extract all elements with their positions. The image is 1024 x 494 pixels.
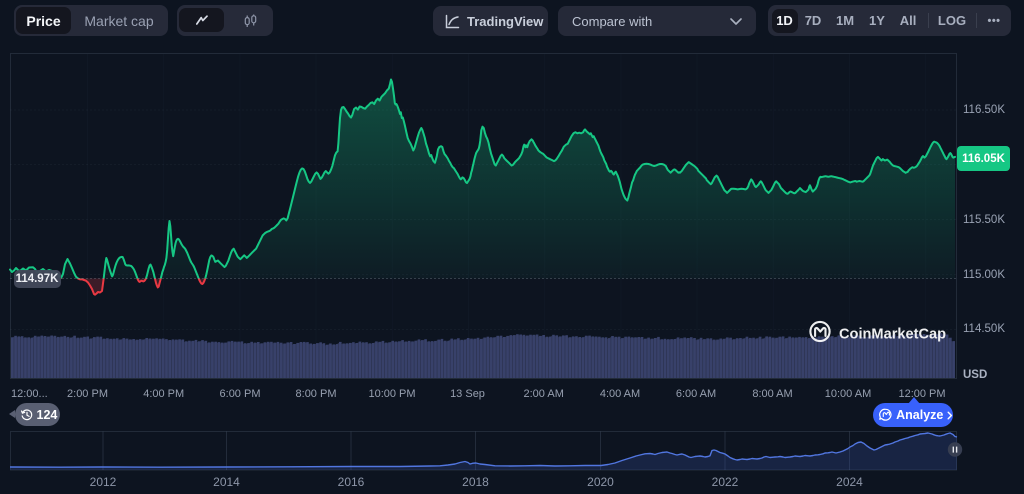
- svg-text:CoinMarketCap: CoinMarketCap: [839, 327, 946, 343]
